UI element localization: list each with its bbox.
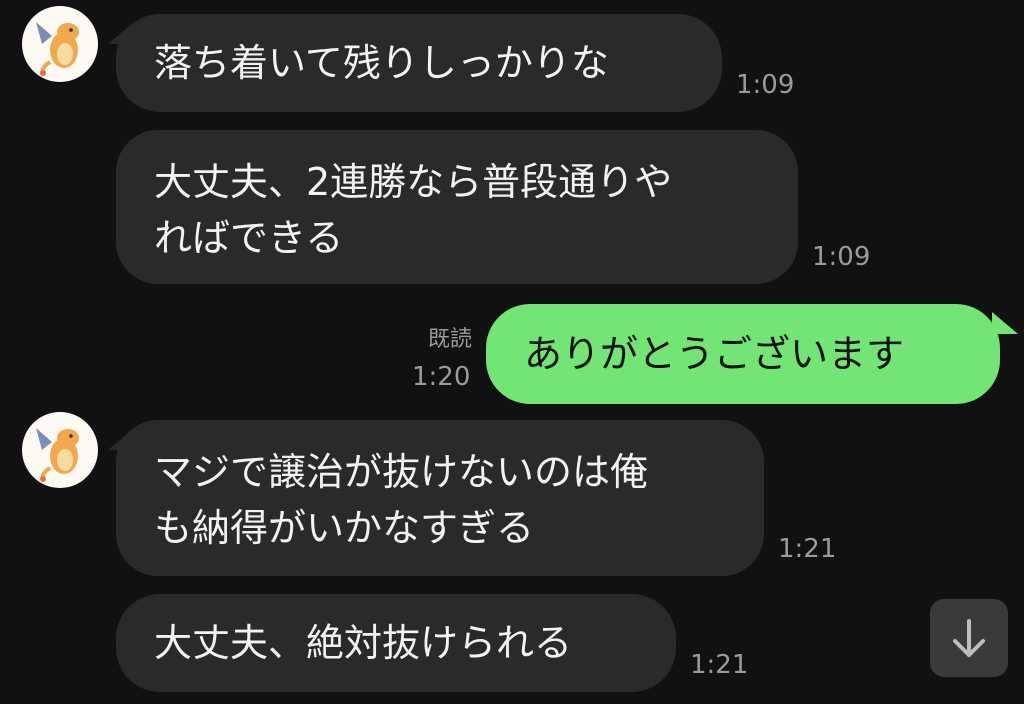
bubble-tail bbox=[992, 312, 1018, 334]
message-bubble[interactable]: 大丈夫、絶対抜けられる bbox=[116, 594, 676, 692]
message-text-line: マジで譲治が抜けないのは俺 bbox=[154, 450, 649, 494]
orange-dragon-icon bbox=[36, 428, 79, 482]
message-text-line: 大丈夫、2連勝なら普段通りや bbox=[154, 160, 673, 204]
message-text: 落ち着いて残りしっかりな bbox=[154, 41, 609, 85]
message-timestamp: 1:09 bbox=[736, 70, 795, 100]
message-text-line: も納得がいかなすぎる bbox=[154, 506, 535, 550]
chat-view: 落ち着いて残りしっかりな 1:09 大丈夫、2連勝なら普段通りや ればできる 1… bbox=[0, 0, 1024, 704]
sender-avatar[interactable] bbox=[22, 412, 98, 488]
orange-dragon-icon bbox=[36, 22, 79, 76]
message-bubble[interactable]: 大丈夫、2連勝なら普段通りや ればできる bbox=[116, 130, 798, 284]
message-timestamp: 1:21 bbox=[690, 650, 749, 680]
message-timestamp: 1:21 bbox=[778, 534, 837, 564]
sender-avatar[interactable] bbox=[22, 6, 98, 82]
message-timestamp: 1:09 bbox=[812, 242, 871, 272]
message-bubble[interactable]: マジで譲治が抜けないのは俺 も納得がいかなすぎる bbox=[116, 420, 764, 576]
message-text-line: ればできる bbox=[154, 216, 344, 260]
message-timestamp: 1:20 bbox=[412, 362, 471, 392]
message-bubble-outgoing[interactable]: ありがとうございます bbox=[486, 304, 1000, 404]
message-text: ありがとうございます bbox=[524, 332, 905, 376]
read-label: 既読 bbox=[427, 327, 472, 352]
scroll-to-bottom-button[interactable] bbox=[930, 599, 1008, 677]
read-receipt: 既読 bbox=[402, 326, 472, 354]
message-text: 大丈夫、絶対抜けられる bbox=[154, 621, 573, 665]
message-bubble[interactable]: 落ち着いて残りしっかりな bbox=[116, 14, 722, 112]
arrow-down-icon bbox=[953, 619, 985, 657]
